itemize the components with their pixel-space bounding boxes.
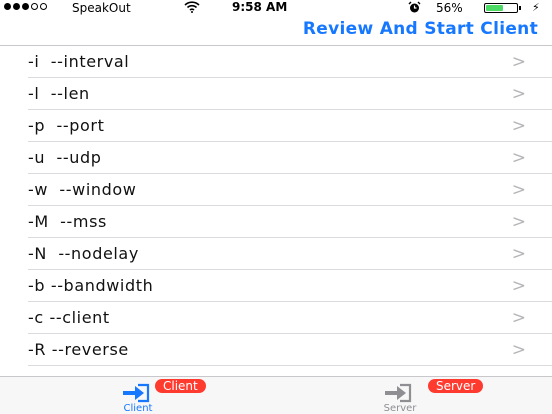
battery-percentage: 56%: [436, 1, 463, 15]
chevron-right-icon: >: [511, 212, 526, 232]
option-label: -c --client: [28, 308, 110, 327]
option-row[interactable]: -N --nodelay >: [0, 238, 552, 270]
option-label: -M --mss: [28, 212, 107, 231]
option-row[interactable]: -w --window >: [0, 174, 552, 206]
tab-server[interactable]: Server Server: [330, 377, 484, 414]
client-badge: Client: [155, 379, 206, 393]
tab-server-label: Server: [383, 403, 417, 414]
tab-bar: Client Client Server Server: [0, 376, 552, 414]
option-label: -N --nodelay: [28, 244, 139, 263]
carrier-name: SpeakOut: [72, 1, 131, 15]
status-time: 9:58 AM: [232, 0, 288, 14]
battery-icon: [484, 3, 518, 13]
option-label: -R --reverse: [28, 340, 129, 359]
option-label: -u --udp: [28, 148, 102, 167]
signal-dot: [40, 3, 47, 10]
option-label: -l --len: [28, 84, 90, 103]
options-list: -i --interval > -l --len > -p --port > -u --ud…: [0, 46, 552, 366]
option-label: -p --port: [28, 116, 105, 135]
chevron-right-icon: >: [511, 180, 526, 200]
app-screen: SpeakOut 9:58 AM 56% ⚡︎ Review And Start: [0, 0, 552, 414]
sign-in-icon: [118, 382, 158, 404]
review-and-start-client-button[interactable]: Review And Start Client: [303, 19, 538, 39]
navigation-bar: Review And Start Client: [0, 16, 552, 46]
chevron-right-icon: >: [511, 52, 526, 72]
chevron-right-icon: >: [511, 148, 526, 168]
battery-level: [486, 5, 503, 11]
battery-tip: [519, 6, 521, 10]
option-label: -b --bandwidth: [28, 276, 154, 295]
tab-client-label: Client: [123, 403, 153, 414]
sign-in-icon: [380, 382, 420, 404]
tab-client[interactable]: Client Client: [68, 377, 208, 414]
chevron-right-icon: >: [511, 276, 526, 296]
option-row[interactable]: -l --len >: [0, 78, 552, 110]
signal-dot: [22, 3, 29, 10]
chevron-right-icon: >: [511, 84, 526, 104]
option-row[interactable]: -c --client >: [0, 302, 552, 334]
signal-strength-icon: [4, 3, 47, 10]
server-badge: Server: [428, 379, 484, 393]
option-label: -w --window: [28, 180, 137, 199]
option-row[interactable]: -R --reverse >: [0, 334, 552, 366]
signal-dot: [4, 3, 11, 10]
charging-bolt-icon: ⚡︎: [532, 1, 540, 14]
signal-dot: [31, 3, 38, 10]
signal-dot: [13, 3, 20, 10]
chevron-right-icon: >: [511, 340, 526, 360]
status-bar: SpeakOut 9:58 AM 56% ⚡︎: [0, 0, 552, 16]
alarm-icon: [408, 1, 421, 17]
chevron-right-icon: >: [511, 308, 526, 328]
option-row[interactable]: -b --bandwidth >: [0, 270, 552, 302]
option-row[interactable]: -p --port >: [0, 110, 552, 142]
option-row[interactable]: -i --interval >: [0, 46, 552, 78]
chevron-right-icon: >: [511, 116, 526, 136]
option-row[interactable]: -M --mss >: [0, 206, 552, 238]
wifi-icon: [184, 1, 200, 16]
chevron-right-icon: >: [511, 244, 526, 264]
option-row[interactable]: -u --udp >: [0, 142, 552, 174]
option-label: -i --interval: [28, 52, 130, 71]
